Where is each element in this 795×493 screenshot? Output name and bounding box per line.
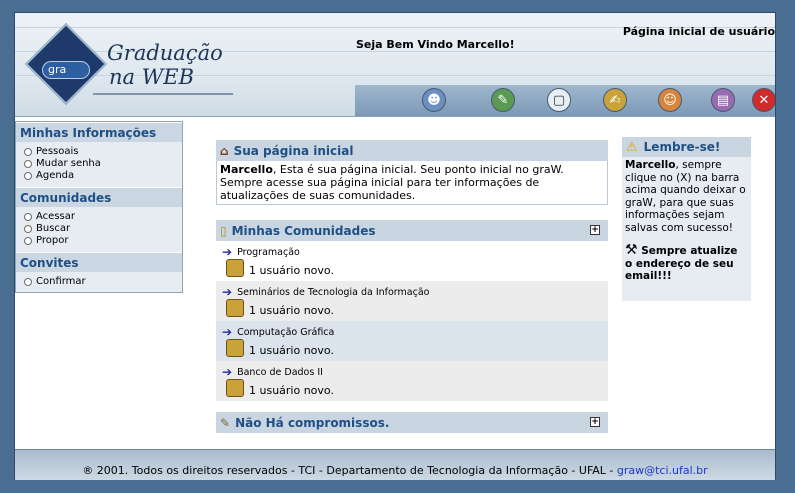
community-item: ➔ Programação 1 usuário novo. [216,241,608,281]
community-link[interactable]: ➔ Computação Gráfica [222,325,334,339]
header-separator [15,116,775,117]
reminder-tip: ⚒ Sempre atualize o endereço de seu emai… [625,242,738,282]
book-icon[interactable]: ▤ [711,88,735,112]
users-icon [226,339,244,357]
radio-bullet-icon [24,147,32,156]
community-news: 1 usuário novo. [226,379,334,397]
agenda-panel-title: Não Há compromissos. [235,415,390,430]
communities-panel-title: Minhas Comunidades [231,223,376,238]
person-icon[interactable]: ☺ [658,88,682,112]
community-item: ➔ Banco de Dados II 1 usuário novo. [216,361,608,401]
reminder-body: Marcello, sempre clique no (X) na barra … [622,157,751,301]
sidebar-heading-convites: Convites [16,252,182,272]
warning-icon: ⚠ [626,139,638,155]
page-heading: Página inicial de usuário [622,25,775,38]
home-user-name: Marcello [220,163,273,176]
notepad-icon: ✎ [220,415,231,430]
expand-communities-button[interactable]: + [590,225,600,235]
sidebar-item-acessar[interactable]: Acessar [24,211,75,222]
community-link[interactable]: ➔ Banco de Dados II [222,365,323,379]
footer-email-link[interactable]: graw@tci.ufal.br [617,464,708,477]
community-link[interactable]: ➔ Programação [222,245,300,259]
radio-bullet-icon [24,212,32,221]
footer: ® 2001. Todos os direitos reservados - T… [15,449,775,480]
window-icon[interactable]: ▢ [547,88,571,112]
arrow-right-icon: ➔ [222,245,233,259]
home-panel-body: Marcello, Esta é sua página inicial. Seu… [216,161,608,205]
sidebar-item-confirmar[interactable]: Confirmar [24,276,86,287]
arrow-right-icon: ➔ [222,325,233,339]
notes-icon[interactable]: ✍ [603,88,627,112]
close-icon[interactable]: ✕ [752,88,775,112]
community-news: 1 usuário novo. [226,299,334,317]
arrow-right-icon: ➔ [222,365,233,379]
home-panel-header: ⌂ Sua página inicial [216,140,608,161]
agenda-panel-header: ✎ Não Há compromissos. + [216,412,608,433]
users-icon[interactable]: ☻ [422,88,446,112]
home-panel-title: Sua página inicial [233,143,354,158]
community-news: 1 usuário novo. [226,259,334,277]
radio-bullet-icon [24,236,32,245]
logo-underline [93,93,233,95]
logo-badge: gra [42,61,90,79]
edit-user-icon[interactable]: ✎ [491,88,515,112]
page-frame: gra Graduação na WEB Seja Bem Vindo Marc… [14,12,776,480]
radio-bullet-icon [24,171,32,180]
community-item: ➔ Computação Gráfica 1 usuário novo. [216,321,608,361]
sidebar: Minhas Informações Pessoais Mudar senha … [15,121,183,293]
sidebar-item-buscar[interactable]: Buscar [24,223,70,234]
house-icon: ⌂ [220,143,229,158]
logo-text-line2: na WEB [109,65,195,89]
document-icon: ▯ [220,223,227,238]
reminder-title: Lembre-se! [643,140,721,154]
radio-bullet-icon [24,159,32,168]
users-icon [226,259,244,277]
sidebar-item-mudar-senha[interactable]: Mudar senha [24,158,101,169]
welcome-message: Seja Bem Vindo Marcello! [356,38,515,51]
sidebar-heading-info: Minhas Informações [16,122,182,142]
reminder-header: ⚠ Lembre-se! [622,137,751,157]
radio-bullet-icon [24,224,32,233]
community-link[interactable]: ➔ Seminários de Tecnologia da Informação [222,285,429,299]
reminder-user: Marcello [625,159,676,171]
community-news: 1 usuário novo. [226,339,334,357]
community-item: ➔ Seminários de Tecnologia da Informação … [216,281,608,321]
radio-bullet-icon [24,277,32,286]
communities-panel-header: ▯ Minhas Comunidades + [216,220,608,241]
users-icon [226,299,244,317]
sidebar-item-propor[interactable]: Propor [24,235,68,246]
sidebar-item-agenda[interactable]: Agenda [24,170,74,181]
logo-text-line1: Graduação [107,41,223,65]
hammer-icon: ⚒ [625,242,638,258]
sidebar-heading-comunidades: Comunidades [16,187,182,207]
arrow-right-icon: ➔ [222,285,233,299]
footer-text: ® 2001. Todos os direitos reservados - T… [82,464,617,477]
header: gra Graduação na WEB Seja Bem Vindo Marc… [15,13,775,117]
expand-agenda-button[interactable]: + [590,417,600,427]
users-icon [226,379,244,397]
sidebar-item-pessoais[interactable]: Pessoais [24,146,78,157]
